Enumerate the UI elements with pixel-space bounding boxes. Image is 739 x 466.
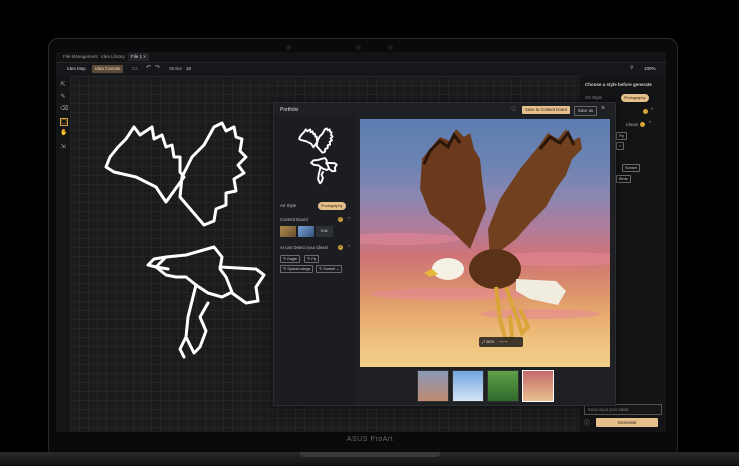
camera-dot	[286, 45, 291, 50]
photo-left-wing	[420, 129, 486, 249]
frame-tool-icon[interactable]: ▢	[60, 118, 68, 126]
tag-chip-birds[interactable]: Birds	[616, 175, 631, 183]
tag-chip-label: Spread wings	[287, 267, 311, 271]
camera-lens	[356, 45, 361, 50]
variant-thumbnail-3[interactable]	[487, 370, 519, 402]
eagle-photo-render	[360, 129, 610, 345]
tag-chip[interactable]: ×	[616, 142, 625, 150]
style-panel-title: Choose a style before generate	[585, 82, 652, 87]
photo-head	[432, 258, 464, 280]
tab-bar: File Management Idea Library File 1 ×	[56, 52, 666, 63]
stroke-value[interactable]: 10	[186, 65, 191, 73]
photo-right-wing	[488, 129, 582, 259]
variant-thumbnail-4[interactable]	[522, 370, 554, 402]
ideas-label-fragment: Ideas!	[626, 122, 639, 127]
save-as-button[interactable]: Save as	[574, 106, 598, 116]
undo-icon[interactable]: ↶	[146, 64, 151, 71]
chevron-up-icon[interactable]: ^	[348, 244, 350, 249]
art-style-chip[interactable]: Photography	[621, 94, 649, 102]
redo-icon[interactable]: ↷	[155, 64, 160, 71]
toolbar: Idea Map Idea Canvas ▭ ↶ ↷ Stroke 10 ⚲ 1…	[56, 63, 666, 75]
generate-button[interactable]: Generate	[596, 418, 658, 427]
tab-file-1-label: File 1	[131, 54, 143, 59]
tab-file-management[interactable]: File Management	[60, 53, 101, 61]
close-icon[interactable]: ×	[601, 105, 605, 112]
info-icon[interactable]: ⓘ	[584, 418, 590, 427]
tag-chip-sunset[interactable]: Sunset	[622, 164, 640, 172]
chevron-up-icon[interactable]: ^	[649, 120, 651, 125]
tag-chip-spread-wings[interactable]: ✎ Spread wings	[280, 265, 314, 273]
export-tool-icon[interactable]: ⇲	[60, 144, 66, 150]
count-badge	[643, 109, 648, 114]
tab-file-1[interactable]: File 1 ×	[128, 53, 149, 61]
tag-chip-label: Sunset	[323, 267, 336, 271]
zoom-slider[interactable]: −○−+	[494, 339, 507, 344]
sketch-right-wing	[178, 121, 248, 227]
brand-logo: ASUS ProArt	[346, 436, 394, 443]
tool-sidebar: ⇱ ✎ ⌫ ▢ ✋ ⇲	[56, 76, 70, 432]
dialog-sidebar: Art Style Photography Content Board 2 ^ …	[274, 115, 356, 405]
dialog-title: Portfolio	[280, 107, 299, 113]
ai-detect-count: 4	[338, 245, 343, 250]
search-icon[interactable]: ⚲	[630, 65, 634, 71]
tag-chip-label: Eagle	[287, 257, 297, 261]
photo-body	[469, 249, 521, 289]
sketch-left-talon	[178, 335, 188, 359]
pen-tool-icon[interactable]: ✎	[60, 94, 66, 100]
tag-chip-fly[interactable]: ✎ Fly	[304, 255, 320, 263]
hand-tool-icon[interactable]: ✋	[60, 130, 67, 136]
sketch-thumbnail	[298, 127, 338, 185]
save-to-board-button[interactable]: Save to Content board	[522, 106, 570, 114]
sketch-legs	[184, 283, 210, 355]
tag-chip-sunset[interactable]: ✎ Sunset ⌄	[316, 265, 343, 273]
layers-icon[interactable]: ▭	[132, 65, 138, 72]
ai-detect-label: AI can Detect your ideas!	[280, 245, 329, 250]
content-board-label: Content Board	[280, 217, 308, 222]
art-style-label: Art Style	[280, 203, 297, 208]
chevron-up-icon[interactable]: ^	[651, 107, 653, 112]
laptop-notch	[300, 452, 440, 457]
idea-map-button[interactable]: Idea Map	[64, 65, 89, 73]
art-style-chip[interactable]: Photography	[318, 202, 346, 210]
chevron-up-icon[interactable]: ^	[348, 216, 350, 221]
variant-thumbnail-1[interactable]	[417, 370, 449, 402]
tag-chip-label: Fly	[311, 257, 317, 261]
content-board-count: 2	[338, 217, 343, 222]
zoom-control[interactable]: ⤢ 80% −○−+	[479, 337, 523, 347]
close-icon[interactable]: ×	[143, 54, 146, 59]
art-style-label: Art Style	[585, 95, 603, 100]
sketch-left-wing	[104, 125, 186, 204]
zoom-level[interactable]: 100%	[644, 65, 656, 73]
select-tool-icon[interactable]: ⇱	[60, 82, 66, 88]
board-thumbnail-1[interactable]	[280, 226, 296, 237]
count-badge	[640, 122, 645, 127]
eagle-sketch[interactable]	[96, 117, 266, 377]
tag-chip-eagle[interactable]: ✎ Eagle	[280, 255, 300, 263]
app-screen: File Management Idea Library File 1 × Id…	[56, 52, 666, 432]
tag-chip-fly[interactable]: Fly	[616, 132, 628, 140]
photo-tail	[516, 279, 566, 305]
camera-dot	[388, 45, 393, 50]
edit-board-button[interactable]: Edit	[316, 226, 333, 237]
variant-thumbnail-2[interactable]	[452, 370, 484, 402]
portfolio-dialog: Portfolio ♡ Save to Content board Save a…	[273, 102, 616, 406]
tab-idea-library[interactable]: Idea Library	[98, 53, 128, 61]
generated-eagle-photo[interactable]	[360, 119, 610, 367]
heart-icon[interactable]: ♡	[511, 106, 516, 113]
sketch-tail	[218, 265, 266, 305]
eraser-tool-icon[interactable]: ⌫	[60, 106, 68, 112]
idea-canvas-button[interactable]: Idea Canvas	[92, 65, 124, 73]
stroke-label: Stroke	[169, 66, 183, 71]
board-thumbnail-2[interactable]	[298, 226, 314, 237]
